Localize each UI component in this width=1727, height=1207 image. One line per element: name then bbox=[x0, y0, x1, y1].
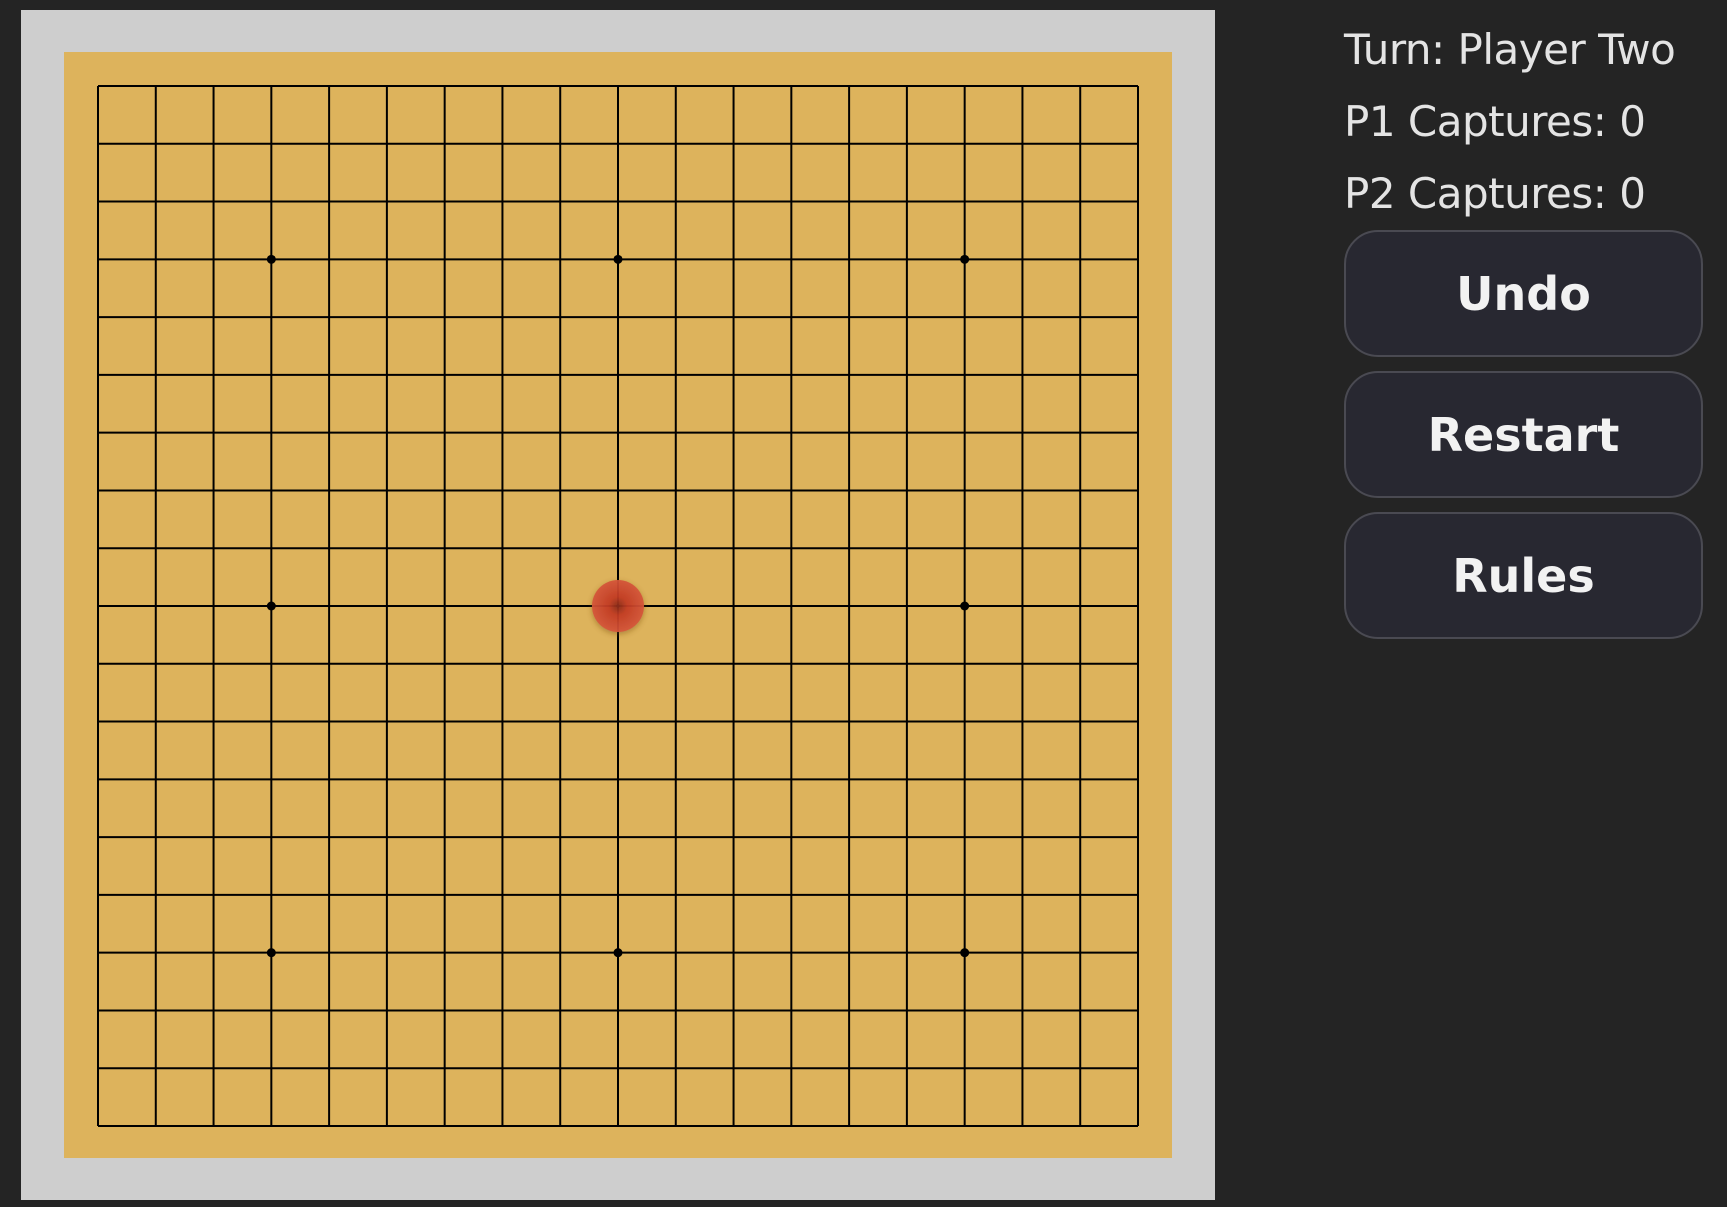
stones-layer bbox=[592, 580, 644, 632]
go-board[interactable] bbox=[64, 52, 1172, 1158]
star-point bbox=[960, 254, 970, 264]
side-panel: Turn: Player Two P1 Captures: 0 P2 Captu… bbox=[1344, 14, 1704, 653]
p2-captures: P2 Captures: 0 bbox=[1344, 169, 1646, 218]
board-frame bbox=[21, 10, 1215, 1200]
star-point bbox=[266, 601, 276, 611]
board-grid[interactable] bbox=[64, 52, 1172, 1158]
undo-button[interactable]: Undo bbox=[1344, 230, 1703, 357]
star-point bbox=[960, 601, 970, 611]
star-point bbox=[613, 948, 623, 958]
star-point bbox=[266, 948, 276, 958]
restart-button[interactable]: Restart bbox=[1344, 371, 1703, 498]
star-point bbox=[266, 254, 276, 264]
turn-indicator: Turn: Player Two bbox=[1344, 25, 1676, 74]
rules-button[interactable]: Rules bbox=[1344, 512, 1703, 639]
red-stone-icon bbox=[592, 580, 644, 632]
p1-captures: P1 Captures: 0 bbox=[1344, 97, 1646, 146]
star-point bbox=[960, 948, 970, 958]
star-point bbox=[613, 254, 623, 264]
